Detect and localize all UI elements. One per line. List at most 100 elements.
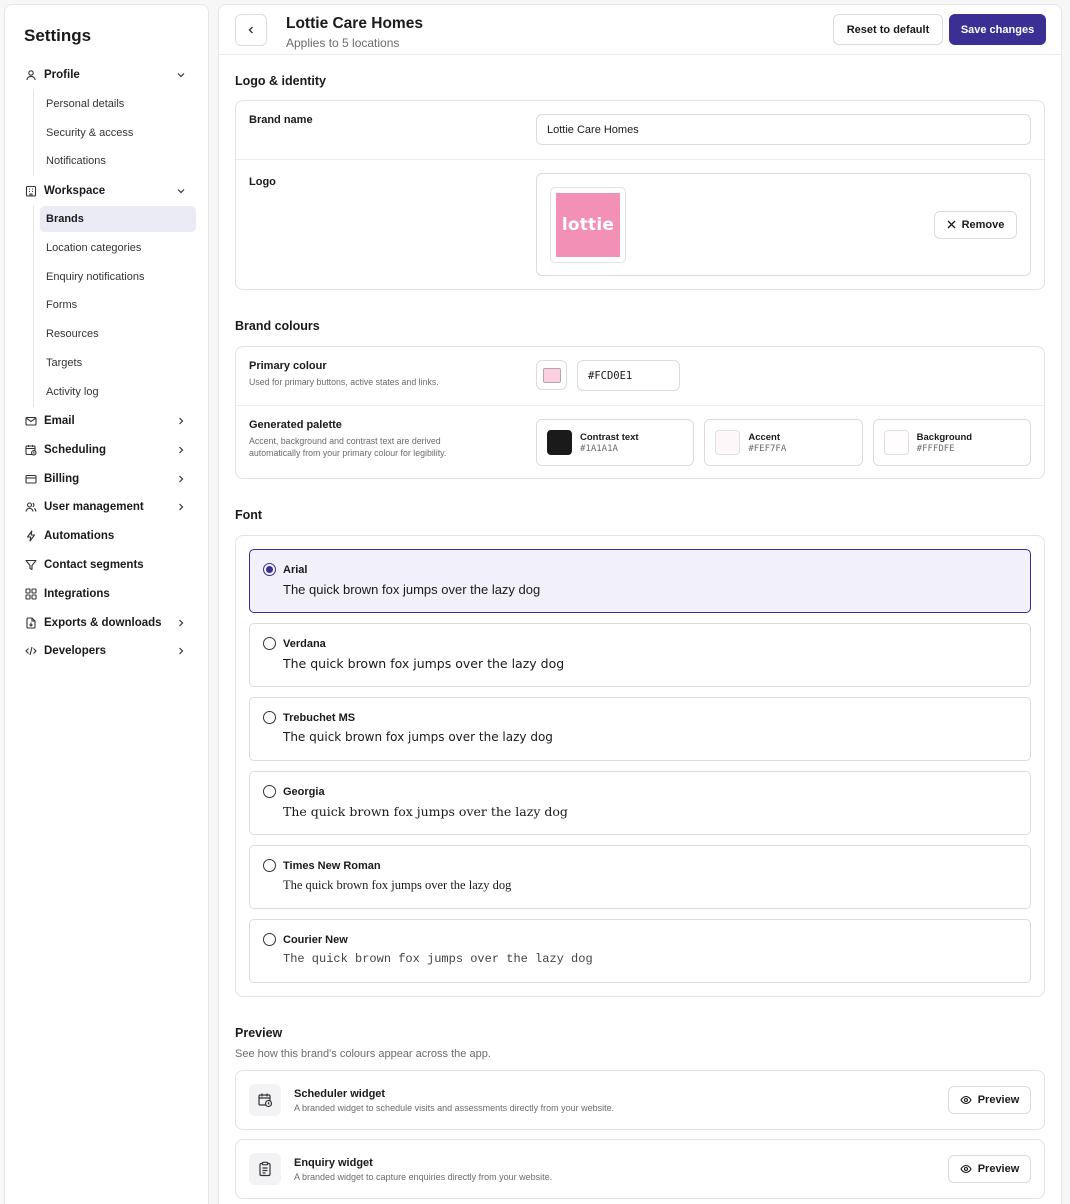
code-icon (24, 644, 38, 658)
generated-palette-row: Generated palette Accent, background and… (236, 405, 1044, 478)
sidebar-item-location-categories[interactable]: Location categories (40, 234, 196, 263)
palette-name: Accent (748, 431, 781, 443)
radio[interactable] (263, 859, 276, 872)
settings-sidebar: Settings Profile Personal details Securi… (4, 4, 209, 1204)
nav-contact-segments-label: Contact segments (44, 558, 144, 571)
sidebar-item-security-access[interactable]: Security & access (40, 119, 196, 148)
profile-subnav: Personal details Security & access Notif… (33, 89, 196, 177)
primary-colour-hex-input[interactable]: #FCD0E1 (577, 360, 680, 391)
calendar-clock-icon (249, 1084, 281, 1116)
generated-palette-label: Generated palette (249, 419, 342, 431)
sidebar-item-brands[interactable]: Brands (40, 206, 196, 233)
logo-preview-frame: lottie (550, 186, 626, 263)
widget-description: A branded widget to schedule visits and … (294, 1102, 615, 1113)
sidebar-item-targets[interactable]: Targets (40, 349, 196, 378)
radio[interactable] (263, 711, 276, 724)
generated-palette-description: Accent, background and contrast text are… (249, 436, 447, 458)
font-option-times-new-roman[interactable]: Times New Roman The quick brown fox jump… (249, 845, 1031, 909)
logo-upload-box: lottie Remove (536, 173, 1031, 276)
preview-button-label: Preview (977, 1094, 1020, 1106)
back-button[interactable] (235, 13, 267, 46)
chevron-right-icon (174, 472, 188, 486)
eye-icon (960, 1164, 972, 1174)
nav-automations-label: Automations (44, 530, 115, 543)
logo-row: Logo lottie Remove (236, 159, 1044, 289)
nav-billing-label: Billing (44, 472, 80, 485)
nav-integrations[interactable]: Integrations (19, 579, 196, 608)
sidebar-item-enquiry-notifications[interactable]: Enquiry notifications (40, 263, 196, 292)
section-title-brand-colours: Brand colours (235, 319, 320, 333)
brand-name-input[interactable] (536, 114, 1031, 145)
nav-exports-downloads[interactable]: Exports & downloads (19, 608, 196, 637)
palette-name: Contrast text (580, 431, 639, 443)
font-name: Trebuchet MS (283, 711, 356, 724)
sidebar-item-personal-details[interactable]: Personal details (40, 90, 196, 119)
nav-workspace[interactable]: Workspace (19, 176, 196, 205)
radio[interactable] (263, 933, 276, 946)
font-card: Arial The quick brown fox jumps over the… (235, 535, 1045, 997)
font-option-verdana[interactable]: Verdana The quick brown fox jumps over t… (249, 623, 1031, 687)
background-swatch (883, 430, 909, 455)
palette-name: Background (916, 431, 973, 443)
palette-accent: Accent #FEF7FA (704, 419, 863, 466)
nav-email[interactable]: Email (19, 407, 196, 436)
section-title-preview: Preview (235, 1026, 283, 1040)
title-block: Lottie Care Homes Applies to 5 locations (286, 15, 833, 50)
brand-name-label: Brand name (249, 114, 313, 126)
clipboard-icon (249, 1153, 281, 1185)
sidebar-item-forms[interactable]: Forms (40, 291, 196, 320)
font-name: Courier New (283, 933, 348, 946)
nav-automations[interactable]: Automations (19, 522, 196, 551)
nav-profile[interactable]: Profile (19, 61, 196, 90)
font-option-courier-new[interactable]: Courier New The quick brown fox jumps ov… (249, 919, 1031, 983)
mail-icon (24, 414, 38, 428)
page-subtitle: Applies to 5 locations (286, 36, 400, 50)
contrast-text-swatch (547, 430, 572, 455)
palette-hex: #FFFDFE (916, 443, 955, 454)
export-file-icon (24, 616, 38, 630)
radio[interactable] (263, 785, 276, 798)
palette-hex: #FEF7FA (748, 443, 787, 454)
credit-card-icon (24, 472, 38, 486)
font-sample: The quick brown fox jumps over the lazy … (283, 878, 512, 892)
font-option-georgia[interactable]: Georgia The quick brown fox jumps over t… (249, 771, 1031, 835)
chevron-right-icon (174, 443, 188, 457)
calendar-clock-icon (24, 443, 38, 457)
font-name: Verdana (283, 637, 326, 650)
users-icon (24, 500, 38, 514)
font-sample: The quick brown fox jumps over the lazy … (283, 656, 565, 671)
nav-contact-segments[interactable]: Contact segments (19, 551, 196, 580)
eye-icon (960, 1095, 972, 1105)
radio[interactable] (263, 637, 276, 650)
logo-identity-card: Brand name Logo lottie Remove (235, 100, 1045, 290)
sidebar-item-resources[interactable]: Resources (40, 320, 196, 349)
nav-developers-label: Developers (44, 645, 107, 658)
sidebar-item-notifications[interactable]: Notifications (40, 147, 196, 176)
brand-colours-card: Primary colour Used for primary buttons,… (235, 346, 1045, 479)
chevron-right-icon (174, 616, 188, 630)
font-sample: The quick brown fox jumps over the lazy … (283, 582, 541, 597)
font-option-trebuchet-ms[interactable]: Trebuchet MS The quick brown fox jumps o… (249, 697, 1031, 761)
primary-colour-swatch-button[interactable] (536, 360, 567, 390)
enquiry-preview-button[interactable]: Preview (948, 1155, 1031, 1183)
primary-colour-description: Used for primary buttons, active states … (249, 377, 439, 387)
nav-developers[interactable]: Developers (19, 637, 196, 666)
nav-scheduling[interactable]: Scheduling (19, 435, 196, 464)
palette-contrast-text: Contrast text #1A1A1A (536, 419, 695, 466)
font-option-arial[interactable]: Arial The quick brown fox jumps over the… (249, 549, 1031, 613)
font-name: Times New Roman (283, 859, 381, 872)
font-sample: The quick brown fox jumps over the lazy … (283, 952, 593, 966)
nav-billing[interactable]: Billing (19, 464, 196, 493)
widget-title: Enquiry widget (294, 1156, 373, 1169)
save-changes-button[interactable]: Save changes (949, 14, 1046, 45)
remove-logo-button[interactable]: Remove (934, 210, 1017, 239)
radio-selected[interactable] (263, 563, 276, 576)
preview-button-label: Preview (977, 1163, 1020, 1175)
nav-user-management[interactable]: User management (19, 493, 196, 522)
close-icon (947, 220, 956, 229)
reset-to-default-button[interactable]: Reset to default (833, 14, 943, 45)
filter-icon (24, 558, 38, 572)
scheduler-preview-button[interactable]: Preview (948, 1086, 1031, 1114)
sidebar-item-activity-log[interactable]: Activity log (40, 378, 196, 407)
chevron-right-icon (174, 414, 188, 428)
